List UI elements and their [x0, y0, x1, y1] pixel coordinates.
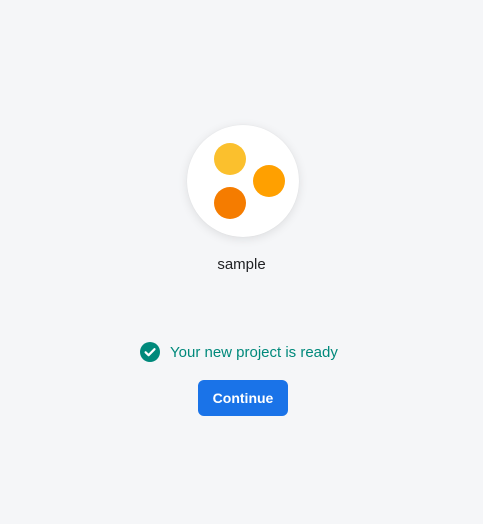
continue-button[interactable]: Continue [198, 380, 288, 416]
check-circle-icon [140, 342, 160, 362]
logo-dot-yellow [214, 143, 246, 175]
project-logo [187, 125, 299, 237]
logo-dot-amber [253, 165, 285, 197]
status-message: Your new project is ready [140, 341, 338, 363]
logo-dot-orange [214, 187, 246, 219]
project-name: sample [217, 256, 266, 273]
project-ready-page: sample Your new project is ready Continu… [0, 0, 483, 524]
status-text: Your new project is ready [170, 343, 338, 361]
